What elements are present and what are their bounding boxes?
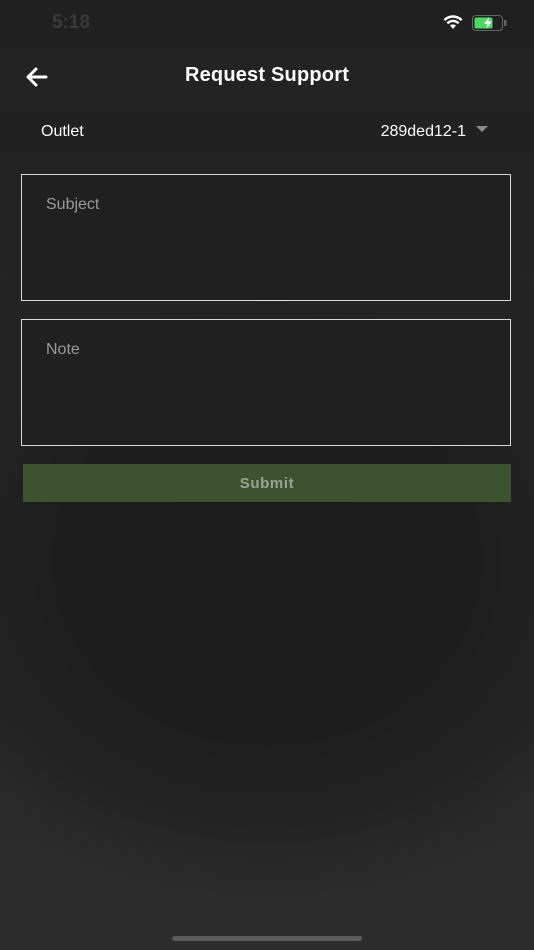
outlet-label: Outlet [41, 123, 84, 140]
battery-charging-icon [472, 15, 508, 36]
status-bar: 5:18 [0, 0, 534, 48]
outlet-selected-value: 289ded12-1 [380, 123, 466, 140]
note-placeholder: Note [46, 341, 80, 358]
note-input[interactable]: Note [21, 319, 511, 446]
submit-button[interactable]: Submit [23, 464, 511, 502]
outlet-row: Outlet 289ded12-1 [0, 106, 534, 156]
wifi-icon [443, 14, 463, 35]
caret-down-icon [476, 126, 488, 132]
header-bar: Request Support [0, 48, 534, 106]
subject-input[interactable]: Subject [21, 174, 511, 301]
status-time: 5:18 [52, 12, 91, 33]
home-indicator [172, 936, 362, 941]
subject-placeholder: Subject [46, 196, 100, 213]
outlet-dropdown[interactable]: 289ded12-1 [381, 123, 488, 141]
page-title: Request Support [184, 64, 350, 86]
